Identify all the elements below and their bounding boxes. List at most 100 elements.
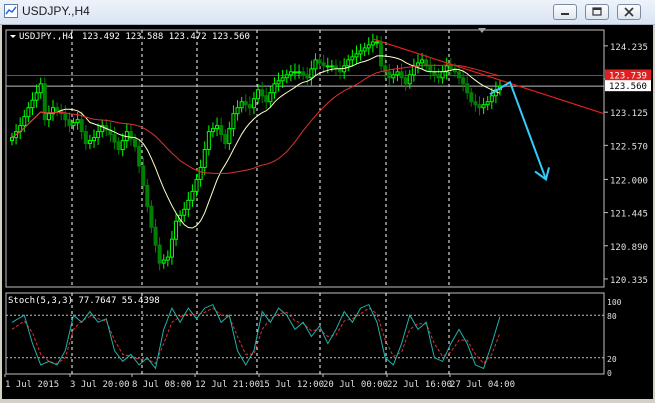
candle-body — [354, 53, 359, 58]
candle-body — [481, 104, 486, 109]
symbol-label: USDJPY.,H4 — [19, 32, 73, 42]
candle-body — [165, 256, 170, 261]
candle-body — [227, 128, 232, 145]
candle-body — [264, 95, 269, 103]
candle-body — [55, 107, 60, 112]
candle-body — [243, 101, 248, 106]
candle-body — [38, 83, 43, 94]
candle-body — [71, 122, 76, 127]
price-chart[interactable]: 124.235123.680123.125122.570122.000121.4… — [2, 25, 653, 399]
x-tick-label: 15 Jul 12:00 — [259, 380, 324, 390]
candle-body — [403, 77, 408, 85]
candle-body — [473, 101, 478, 106]
candle-body — [239, 101, 244, 109]
y-tick-label: 124.235 — [610, 43, 648, 53]
candle-body — [309, 68, 314, 79]
candle-body — [79, 119, 84, 133]
stoch-label: Stoch(5,3,3) 77.7647 55.4398 — [8, 296, 160, 306]
candle-body — [297, 71, 302, 74]
y-tick-label: 120.890 — [610, 243, 648, 253]
close-icon — [624, 7, 634, 17]
candle-body — [30, 99, 35, 109]
candle-body — [169, 238, 174, 258]
candle-body — [411, 65, 416, 76]
chart-area[interactable]: 124.235123.680123.125122.570122.000121.4… — [2, 25, 653, 399]
candle-body — [67, 119, 72, 127]
candle-body — [145, 184, 150, 207]
title-bar[interactable]: USDJPY.,H4 — [0, 0, 655, 25]
candle-body — [83, 131, 88, 145]
candle-body — [161, 259, 166, 264]
candle-body — [325, 65, 330, 68]
window-title: USDJPY.,H4 — [22, 4, 90, 18]
candle-body — [268, 92, 273, 103]
chart-window-icon — [4, 4, 18, 18]
candle-body — [366, 44, 371, 49]
candle-body — [440, 71, 445, 79]
candle-body — [157, 244, 162, 264]
x-tick-label: 3 Jul 20:00 — [70, 380, 130, 390]
candle-body — [186, 199, 191, 210]
candle-body — [133, 138, 138, 148]
candle-body — [428, 65, 433, 73]
candle-body — [276, 80, 281, 85]
candle-body — [346, 59, 351, 67]
stoch-level-label: 80 — [607, 312, 617, 321]
candle-body — [46, 113, 51, 121]
candle-body — [75, 119, 80, 124]
candle-body — [358, 50, 363, 55]
current-price-label: 123.560 — [609, 82, 647, 92]
x-tick-label: 1 Jul 2015 — [5, 380, 59, 390]
candle-body — [231, 113, 236, 130]
candle-body — [219, 125, 224, 136]
candle-body — [251, 98, 256, 109]
minimize-icon — [561, 13, 569, 15]
candle-body — [391, 74, 396, 79]
candle-body — [350, 56, 355, 61]
candle-body — [96, 131, 101, 139]
candle-body — [407, 74, 412, 85]
candle-body — [206, 131, 211, 151]
candle-body — [137, 146, 142, 167]
stoch-level-label: 100 — [607, 298, 622, 307]
candle-body — [10, 137, 14, 142]
candle-body — [92, 137, 97, 142]
x-tick-label: 27 Jul 04:00 — [450, 380, 515, 390]
candle-body — [128, 131, 133, 140]
candle-body — [42, 83, 47, 121]
candle-body — [399, 71, 404, 79]
candle-body — [34, 92, 39, 101]
candle-body — [149, 205, 154, 228]
ma-slow-line — [11, 64, 501, 174]
y-tick-label: 122.570 — [610, 142, 648, 152]
y-tick-label: 120.335 — [610, 276, 648, 286]
stoch-level-label: 0 — [607, 369, 612, 378]
candle-body — [465, 83, 470, 94]
restore-button[interactable] — [585, 4, 609, 20]
candle-body — [370, 41, 375, 46]
candle-body — [112, 134, 117, 143]
candle-body — [362, 47, 367, 52]
candle-body — [301, 71, 306, 76]
stoch-level-label: 20 — [607, 355, 617, 364]
candle-body — [329, 65, 334, 68]
x-tick-label: 20 Jul 00:00 — [323, 380, 388, 390]
candle-body — [22, 116, 27, 127]
price-pane-border — [5, 29, 605, 288]
candle-body — [436, 74, 441, 79]
ohlc-label: 123.492 123.588 123.472 123.560 — [82, 32, 250, 42]
x-tick-label: 8 Jul 08:00 — [132, 380, 192, 390]
candle-body — [469, 92, 474, 103]
chart-window: USDJPY.,H4 124.235123.680123.125122.5701… — [0, 0, 655, 401]
candle-body — [374, 41, 379, 44]
close-button[interactable] — [617, 4, 641, 20]
candle-body — [461, 77, 466, 85]
candle-body — [198, 166, 203, 180]
candle-body — [202, 149, 207, 168]
candle-body — [26, 107, 31, 118]
forecast-arrow-line — [489, 80, 547, 180]
candle-body — [215, 125, 220, 130]
minimize-button[interactable] — [553, 4, 577, 20]
restore-icon — [592, 7, 602, 16]
x-tick-label: 22 Jul 16:00 — [387, 380, 452, 390]
